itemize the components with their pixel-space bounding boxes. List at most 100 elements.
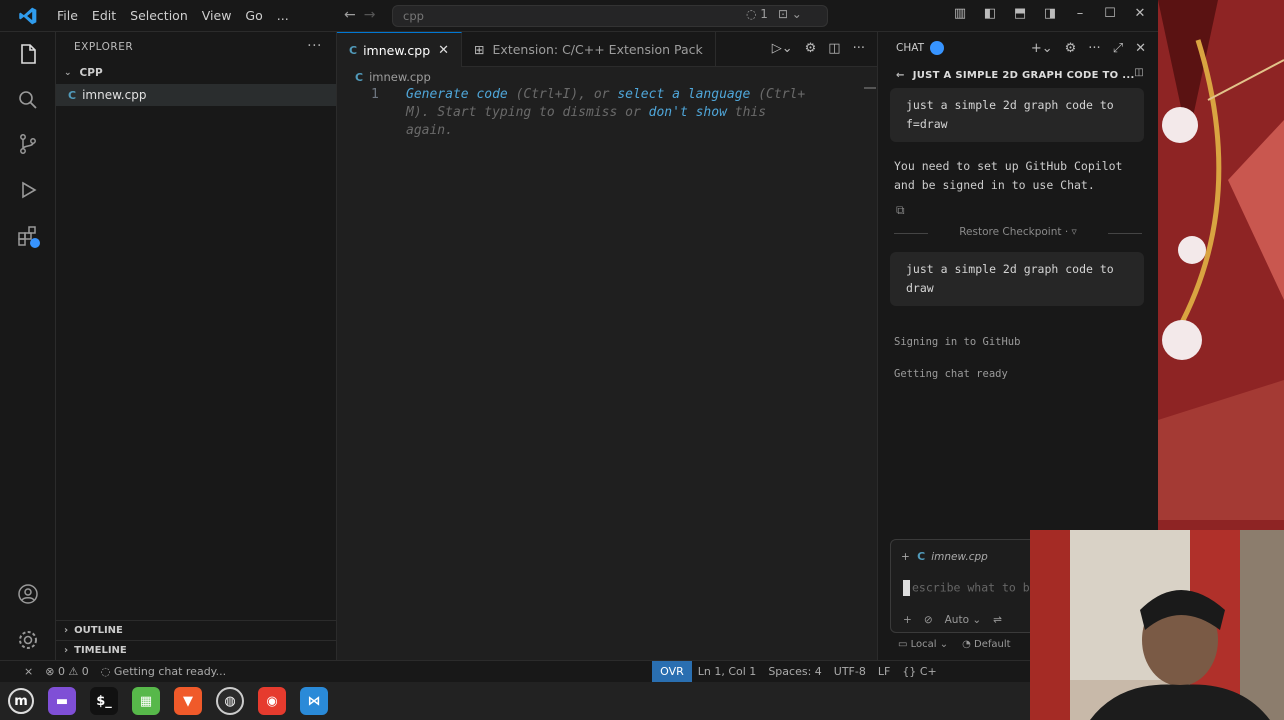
cpp-file-icon: C — [349, 43, 358, 57]
error-count: 0 — [57, 665, 65, 678]
window-controls: ▥ ◧ ⬒ ◨ – ☐ ✕ — [950, 6, 1150, 21]
tab-extension[interactable]: ⊞ Extension: C/C++ Extension Pack — [462, 32, 716, 67]
new-chat-icon[interactable]: +⌄ — [1031, 41, 1053, 56]
sidebar-toggle-icon[interactable]: ◫ — [1134, 67, 1144, 78]
run-icon[interactable]: ▷⌄ — [772, 41, 793, 56]
encoding[interactable]: UTF-8 — [828, 665, 872, 678]
language-mode[interactable]: {} C+ — [896, 665, 942, 678]
toggle-secondary-sidebar-icon[interactable]: ◨ — [1040, 6, 1060, 21]
more-actions-icon[interactable]: ··· — [853, 41, 865, 56]
menu-selection[interactable]: Selection — [123, 2, 195, 30]
app-icon[interactable]: ◉ — [258, 687, 286, 715]
warning-count: 0 — [81, 665, 89, 678]
settings-sliders-icon[interactable]: ⇌ — [993, 614, 1002, 626]
tab-label: imnew.cpp — [363, 42, 431, 58]
add-context-icon[interactable]: + — [901, 551, 910, 563]
local-picker[interactable]: ▭ Local ⌄ — [898, 639, 948, 650]
menu-view[interactable]: View — [195, 2, 239, 30]
chat-header: CHAT +⌄ ⚙ ··· ⤢ ✕ — [878, 32, 1158, 64]
gear-icon[interactable]: ⚙ — [1065, 41, 1077, 56]
default-picker[interactable]: ◔ Default — [962, 639, 1010, 650]
chevron-down-icon: ⌄ — [64, 68, 72, 78]
toggle-sidebar-icon[interactable]: ◧ — [980, 6, 1000, 21]
mode-picker[interactable]: Auto ⌄ — [945, 614, 982, 626]
close-icon[interactable]: ✕ — [438, 43, 449, 58]
minimize-icon[interactable]: – — [1070, 6, 1090, 21]
terminal-icon[interactable]: $_ — [90, 687, 118, 715]
status-message: ◌ Getting chat ready... — [100, 665, 227, 678]
outline-section[interactable]: › OUTLINE — [56, 620, 336, 640]
breadcrumb-file: imnew.cpp — [369, 70, 431, 84]
search-icon[interactable] — [16, 88, 40, 112]
explorer-icon[interactable] — [16, 42, 40, 66]
forward-arrow-icon[interactable]: → — [364, 7, 376, 23]
more-actions-icon[interactable]: ··· — [307, 38, 322, 54]
explorer-title: EXPLORER — [74, 41, 134, 53]
menu-go[interactable]: Go — [238, 2, 269, 30]
menu-more[interactable]: ... — [270, 2, 296, 30]
select-language-link[interactable]: select a language — [617, 87, 750, 102]
chat-input-tools: + ⊘ Auto ⌄ ⇌ — [903, 614, 1002, 626]
vscode-taskbar-icon[interactable]: ⋈ — [300, 687, 328, 715]
context-chip[interactable]: + Cimnew.cpp — [901, 550, 988, 563]
menu-edit[interactable]: Edit — [85, 2, 123, 30]
chat-session-title: ← JUST A SIMPLE 2D GRAPH CODE TO ... ◫ — [878, 64, 1158, 86]
folder-row[interactable]: ⌄ CPP — [56, 62, 336, 84]
breadcrumb[interactable]: C imnew.cpp — [355, 67, 431, 87]
code-editor[interactable]: 1 Generate code (Ctrl+I), or select a la… — [337, 86, 877, 660]
files-icon[interactable]: ▬ — [48, 687, 76, 715]
close-icon[interactable]: ✕ — [1135, 41, 1146, 56]
generate-code-link[interactable]: Generate code — [406, 87, 508, 102]
run-debug-icon[interactable] — [16, 178, 40, 202]
maximize-icon[interactable]: ☐ — [1100, 6, 1120, 21]
hint-text: (Ctrl+I), or — [507, 87, 618, 102]
extensions-icon[interactable] — [16, 224, 40, 248]
menu-bar: File Edit Selection View Go ... — [50, 2, 296, 30]
ovr-indicator[interactable]: OVR — [652, 660, 692, 683]
cpp-file-icon: C — [917, 550, 926, 563]
tools-icon[interactable]: ⊘ — [924, 614, 933, 626]
mint-menu-icon[interactable]: m — [8, 688, 34, 714]
back-arrow-icon[interactable]: ← — [344, 7, 356, 23]
hint-text: this — [726, 105, 767, 120]
close-window-icon[interactable]: ✕ — [1130, 6, 1150, 21]
source-control-icon[interactable] — [16, 132, 40, 156]
copilot-icon[interactable]: ◌ 1 — [746, 7, 768, 21]
editor-hint: Generate code (Ctrl+I), or select a lang… — [406, 86, 816, 140]
menu-file[interactable]: File — [50, 2, 85, 30]
restore-checkpoint[interactable]: Restore Checkpoint · ▿ — [878, 226, 1158, 238]
timeline-section[interactable]: › TIMELINE — [56, 640, 336, 660]
hint-text: again. — [406, 123, 453, 138]
problems-indicator[interactable]: ⊗ 0 ⚠ 0 — [39, 665, 95, 678]
remote-icon[interactable]: ⨯ — [18, 665, 39, 678]
indentation[interactable]: Spaces: 4 — [762, 665, 827, 678]
copy-icon[interactable]: ⧉ — [878, 203, 1158, 218]
obs-icon[interactable]: ◍ — [216, 687, 244, 715]
maximize-icon[interactable]: ⤢ — [1113, 41, 1123, 56]
checkpoint-label: Restore Checkpoint — [959, 226, 1062, 238]
tab-imnew[interactable]: C imnew.cpp ✕ — [337, 32, 463, 67]
chat-footer: ▭ Local ⌄ ◔ Default — [898, 639, 1011, 650]
chat-input-field[interactable]: escribe what to b — [903, 580, 1030, 596]
settings-gear-icon[interactable] — [16, 628, 40, 652]
accounts-icon[interactable] — [16, 582, 40, 606]
back-arrow-icon[interactable]: ← — [896, 70, 905, 81]
cursor-position[interactable]: Ln 1, Col 1 — [692, 665, 763, 678]
layout-customize-icon[interactable]: ▥ — [950, 6, 970, 21]
eol[interactable]: LF — [872, 665, 896, 678]
split-editor-icon[interactable]: ◫ — [828, 41, 840, 56]
chat-request: just a simple 2d graph code to draw — [890, 252, 1144, 306]
toggle-panel-icon[interactable]: ⬒ — [1010, 6, 1030, 21]
gear-icon[interactable]: ⚙ — [805, 41, 817, 56]
chat-title: CHAT — [896, 42, 925, 54]
copilot-badge-icon — [930, 41, 945, 55]
local-label: Local — [910, 639, 937, 650]
dont-show-link[interactable]: don't show — [649, 105, 727, 120]
outline-label: OUTLINE — [74, 625, 123, 636]
more-actions-icon[interactable]: ··· — [1088, 41, 1100, 56]
calc-icon[interactable]: ▦ — [132, 687, 160, 715]
file-item-imnew[interactable]: C imnew.cpp — [56, 84, 336, 106]
chat-toggle-icon[interactable]: ⊡ ⌄ — [778, 7, 802, 21]
brave-icon[interactable]: ▼ — [174, 687, 202, 715]
add-icon[interactable]: + — [903, 614, 912, 626]
